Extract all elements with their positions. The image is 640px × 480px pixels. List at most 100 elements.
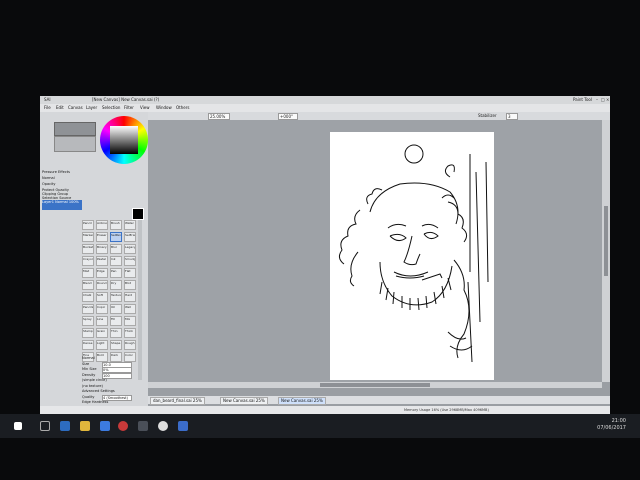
tool-ink-button[interactable]: Ink [110, 256, 122, 266]
tool-soft-button[interactable]: Soft [96, 292, 108, 302]
menu-filter[interactable]: Filter [124, 105, 134, 110]
tool-pastel-button[interactable]: Pastel [96, 256, 108, 266]
brush-setting-label: (simple circle) [82, 378, 107, 382]
tool-grain-button[interactable]: Grain [96, 328, 108, 338]
brush-setting-row[interactable]: Size 10.0 [82, 361, 144, 368]
tool-brush-button[interactable]: Brush [110, 220, 122, 230]
tool-selerase-button[interactable]: SelErase [124, 232, 136, 242]
tool-hard-button[interactable]: Hard [124, 292, 136, 302]
opacity-row[interactable]: Opacity [42, 182, 96, 187]
tool-flat-button[interactable]: Flat [124, 268, 136, 278]
brush-setting-row[interactable]: Density 100 [82, 372, 144, 379]
tool-water-button[interactable]: Water [124, 220, 136, 230]
maximize-icon[interactable]: □ [601, 97, 605, 102]
color-wheel[interactable] [100, 116, 148, 164]
tool-smudge-button[interactable]: Smudge [124, 256, 136, 266]
tool-shape-button[interactable]: Shape [110, 340, 122, 350]
tool-blur-button[interactable]: Blur [110, 244, 122, 254]
brush-setting-label: Min Size [82, 367, 97, 371]
brush-setting-row[interactable]: Edge Hardness [82, 400, 144, 405]
primary-color-swatch[interactable] [132, 208, 144, 220]
tool-mist-button[interactable]: Mist [82, 268, 94, 278]
start-icon[interactable] [14, 422, 22, 430]
menu-edit[interactable]: Edit [56, 105, 64, 110]
minimize-icon[interactable]: – [596, 97, 600, 102]
tool-copic-button[interactable]: Copic [96, 304, 108, 314]
tool-airbrush-button[interactable]: Airbrush [96, 220, 108, 230]
tool-legacy-button[interactable]: Legacy [124, 244, 136, 254]
navigator-controls[interactable] [54, 136, 96, 152]
tool-crayon-button[interactable]: Crayon [82, 256, 94, 266]
vertical-scroll-thumb[interactable] [604, 206, 608, 276]
tool-binary-button[interactable]: Binary [96, 244, 108, 254]
tab-document-2[interactable]: New Canvas.sai 25% [220, 397, 268, 405]
menu-selection[interactable]: Selection [102, 105, 120, 110]
tool-chalk-button[interactable]: Chalk [82, 292, 94, 302]
tool-stamp-button[interactable]: Stamp [82, 328, 94, 338]
canvas-area[interactable] [148, 120, 602, 382]
edge-icon[interactable] [60, 421, 70, 431]
tool-light-button[interactable]: Light [96, 340, 108, 350]
pressure-effects-row[interactable]: Pressure Effects [42, 170, 96, 175]
tool-marker-button[interactable]: Marker [82, 232, 94, 242]
tab-document-1[interactable]: dan_beard_final.sai 25% [150, 397, 205, 405]
brush-setting-row[interactable]: (no texture) [82, 384, 144, 389]
brush-setting-row[interactable]: Normal [82, 356, 144, 361]
stabilizer-select[interactable]: 3 [506, 113, 518, 120]
tool-pencil2-button[interactable]: Pencil2 [82, 304, 94, 314]
browser-icon[interactable] [118, 421, 128, 431]
brush-setting-label: Quality [82, 394, 95, 399]
menu-layer[interactable]: Layer [86, 105, 97, 110]
tool-eraser-button[interactable]: Eraser [96, 232, 108, 242]
menu-others[interactable]: Others [176, 105, 189, 110]
blend-mode-row[interactable]: Normal [42, 176, 96, 181]
brush-setting-label: (no texture) [82, 383, 103, 388]
tool-thick-button[interactable]: Thick [124, 328, 136, 338]
tool-rough-button[interactable]: Rough [124, 340, 136, 350]
layer-item[interactable]: Layer1 Normal 100% [42, 200, 82, 210]
menu-file[interactable]: File [44, 105, 51, 110]
menu-window[interactable]: Window [156, 105, 172, 110]
app-name: SAI [44, 97, 51, 102]
tool-round-button[interactable]: Round [96, 280, 108, 290]
store-icon[interactable] [100, 421, 110, 431]
close-icon[interactable]: × [606, 97, 610, 102]
tool-selpen-button[interactable]: SelPen [110, 232, 122, 242]
tool-pen-button[interactable]: Pen [110, 268, 122, 278]
paper-canvas[interactable] [330, 132, 494, 380]
tool-edge-button[interactable]: Edge [96, 268, 108, 278]
color-square[interactable] [110, 126, 138, 154]
tool-spray-button[interactable]: Spray [82, 316, 94, 326]
brush-setting-row[interactable]: Advanced Settings [82, 389, 144, 394]
tool-line-button[interactable]: Line [96, 316, 108, 326]
tool-wet-button[interactable]: Wet [124, 304, 136, 314]
tool-oil-button[interactable]: Oil [110, 304, 122, 314]
tool-thin-button[interactable]: Thin [110, 328, 122, 338]
horizontal-scroll-thumb[interactable] [320, 383, 430, 387]
brush-setting-row[interactable]: Min Size 0% [82, 367, 144, 373]
zoom-field[interactable]: 25.00% [208, 113, 230, 120]
tool-dense-button[interactable]: Dense [82, 340, 94, 350]
menu-view[interactable]: View [140, 105, 150, 110]
tool-blend-button[interactable]: Blend [82, 280, 94, 290]
task-view-icon[interactable] [40, 421, 50, 431]
tool-blot-button[interactable]: Blot [124, 280, 136, 290]
photos-icon[interactable] [138, 421, 148, 431]
left-panel: Pressure Effects Normal Opacity Protect … [40, 112, 148, 406]
tool-pencil-button[interactable]: Pencil [82, 220, 94, 230]
app-icon[interactable] [158, 421, 168, 431]
system-tray-clock[interactable]: 21:00 07/06/2017 [597, 418, 626, 432]
angle-field[interactable]: +000° [278, 113, 298, 120]
tool-texture-button[interactable]: Texture [110, 292, 122, 302]
tool-mix-button[interactable]: Mix [124, 316, 136, 326]
tool-bucket-button[interactable]: Bucket [82, 244, 94, 254]
tool-dry-button[interactable]: Dry [110, 280, 122, 290]
tab-document-3[interactable]: New Canvas.sai 25% [278, 397, 326, 405]
brush-setting-row[interactable]: (simple circle) [82, 378, 144, 383]
file-explorer-icon[interactable] [80, 421, 90, 431]
sai-taskbar-icon[interactable] [178, 421, 188, 431]
navigator-preview[interactable] [54, 122, 96, 136]
tool-fill-button[interactable]: Fill [110, 316, 122, 326]
brush-setting-row[interactable]: Quality 4 (Smoothest) [82, 394, 144, 401]
menu-canvas[interactable]: Canvas [68, 105, 83, 110]
